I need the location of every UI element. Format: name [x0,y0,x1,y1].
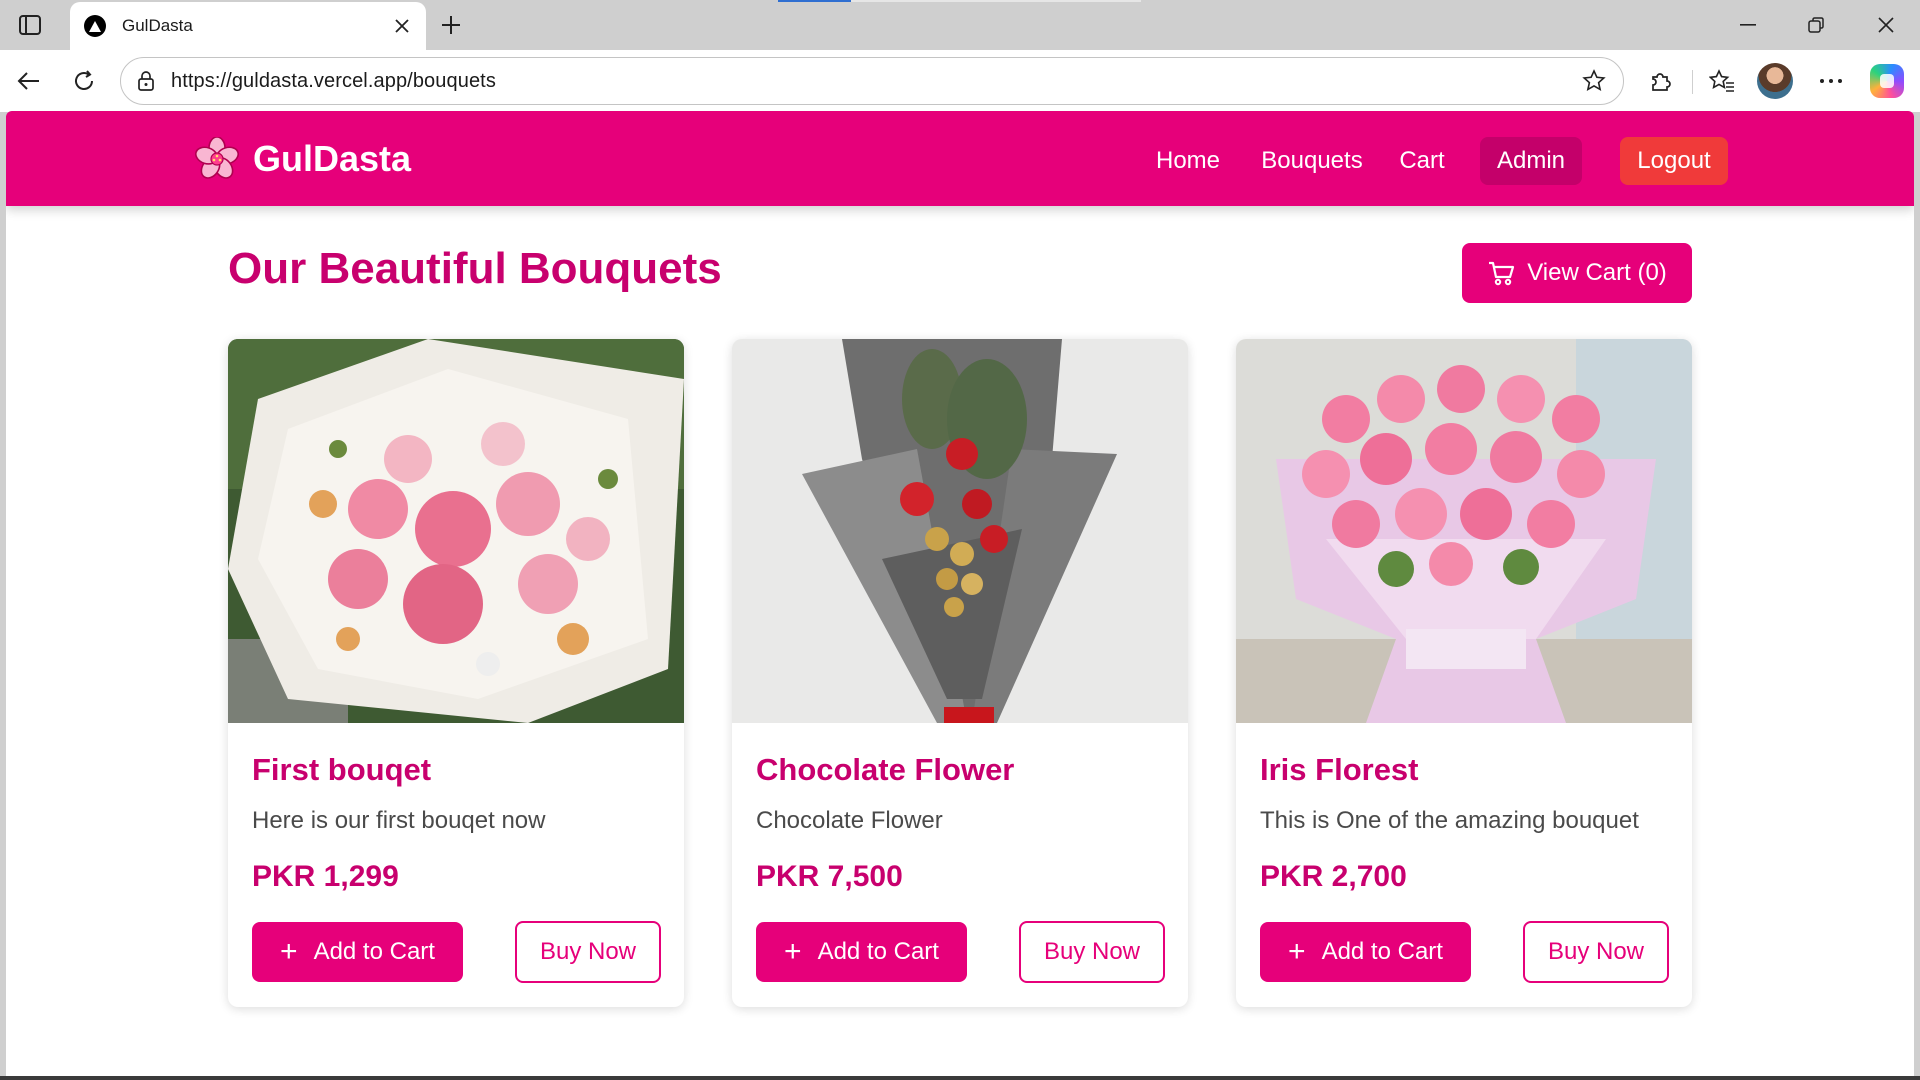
taskbar-edge [0,1076,1920,1080]
flower-icon [195,137,239,179]
browser-tab[interactable]: GulDasta [70,2,426,50]
product-name: Chocolate Flower [756,752,1015,787]
product-card: Iris Florest This is One of the amazing … [1236,339,1692,1007]
product-description: This is One of the amazing bouquet [1260,807,1639,834]
back-arrow-icon[interactable] [12,64,46,98]
nav-home[interactable]: Home [1152,137,1224,185]
url-text: https://guldasta.vercel.app/bouquets [171,69,496,92]
add-to-cart-button[interactable]: + Add to Cart [252,922,463,982]
minimize-icon[interactable] [1720,8,1776,42]
refresh-icon[interactable] [67,64,101,98]
buy-now-button[interactable]: Buy Now [1523,921,1669,983]
add-to-cart-button[interactable]: + Add to Cart [1260,922,1471,982]
product-image[interactable] [228,339,684,723]
logout-button[interactable]: Logout [1620,137,1728,185]
add-to-cart-label: Add to Cart [817,938,939,965]
plus-icon: + [280,935,298,968]
product-name: First bouqet [252,752,432,787]
product-card: Chocolate Flower Chocolate Flower PKR 7,… [732,339,1188,1007]
brand[interactable]: GulDasta [195,137,411,181]
buy-now-button[interactable]: Buy Now [1019,921,1165,983]
favorites-icon[interactable] [1705,64,1739,98]
nav-bouquets[interactable]: Bouquets [1259,137,1365,185]
nav-admin[interactable]: Admin [1480,137,1582,185]
view-cart-label: View Cart (0) [1527,259,1667,286]
tab-title: GulDasta [122,16,193,35]
page-title: Our Beautiful Bouquets [228,244,722,293]
add-to-cart-label: Add to Cart [1321,938,1443,965]
add-to-cart-button[interactable]: + Add to Cart [756,922,967,982]
browser-tab-strip: GulDasta [0,0,1920,50]
tab-actions-icon[interactable] [16,12,44,38]
product-description: Here is our first bouqet now [252,807,546,834]
address-bar[interactable]: https://guldasta.vercel.app/bouquets [120,57,1624,105]
triangle-logo-icon [84,15,106,37]
lock-icon[interactable] [135,70,157,92]
profile-avatar[interactable] [1757,63,1793,99]
nav-cart[interactable]: Cart [1395,137,1449,185]
plus-icon: + [1288,935,1306,968]
restore-icon[interactable] [1788,8,1844,42]
product-price: PKR 1,299 [252,860,399,893]
product-image[interactable] [732,339,1188,723]
product-image[interactable] [1236,339,1692,723]
star-icon[interactable] [1579,66,1609,96]
window-close-icon[interactable] [1858,8,1914,42]
new-tab-plus-icon[interactable] [436,10,466,40]
product-price: PKR 2,700 [1260,860,1407,893]
cart-icon [1489,261,1515,286]
page-viewport: GulDasta Home Bouquets Cart Admin Logout… [6,111,1914,1076]
site-navbar: GulDasta Home Bouquets Cart Admin Logout [6,111,1914,206]
buy-now-button[interactable]: Buy Now [515,921,661,983]
brand-name: GulDasta [253,138,412,179]
product-price: PKR 7,500 [756,860,903,893]
loading-indicator [778,0,1141,2]
close-icon[interactable] [392,16,412,36]
puzzle-icon[interactable] [1644,64,1678,98]
plus-icon: + [784,935,802,968]
add-to-cart-label: Add to Cart [313,938,435,965]
toolbar-divider [1692,70,1693,94]
view-cart-button[interactable]: View Cart (0) [1462,243,1692,303]
copilot-icon[interactable] [1870,64,1904,98]
product-card: First bouqet Here is our first bouqet no… [228,339,684,1007]
more-icon[interactable] [1814,64,1848,98]
product-description: Chocolate Flower [756,807,943,834]
product-name: Iris Florest [1260,752,1419,787]
